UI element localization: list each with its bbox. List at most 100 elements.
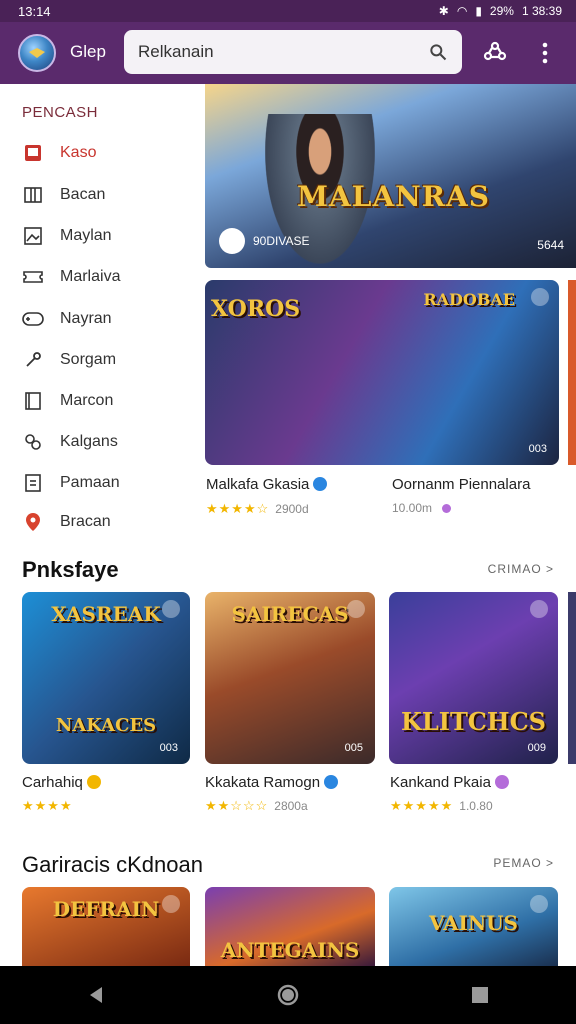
drawer-item-label: Bracan <box>60 513 111 530</box>
flag-icon <box>22 142 44 164</box>
peek-card[interactable] <box>568 592 576 764</box>
game-card[interactable]: DEFRAIN <box>22 887 190 966</box>
game-name-text: Kankand Pkaia <box>390 774 491 791</box>
publisher-icon <box>219 228 245 254</box>
verified-icon <box>494 775 509 789</box>
favorite-icon[interactable] <box>530 895 548 913</box>
drawer-title: PENCASH <box>22 104 99 121</box>
favorite-icon[interactable] <box>347 600 365 618</box>
game-meta: ★★★★ <box>22 798 73 814</box>
drawer-item-kalgans[interactable]: Kalgans <box>22 427 192 457</box>
dot-icon <box>442 503 452 513</box>
banner-caption-left: 90DIVASE <box>219 228 309 254</box>
game-card[interactable]: KLITCHCS 009 <box>389 592 558 764</box>
game-card[interactable]: SAIRECAS 005 <box>205 592 375 764</box>
game-card[interactable]: VAINUS <box>389 887 558 966</box>
drawer-item-label: Bacan <box>60 186 106 203</box>
banner-caption-right: 5644 <box>537 238 564 252</box>
drawer-item-label: Marcon <box>60 392 114 409</box>
search-input[interactable] <box>138 42 428 62</box>
game-name-text: Kkakata Ramogn <box>205 774 321 791</box>
book-icon <box>22 390 44 412</box>
download-count: 1.0.80 <box>459 799 493 813</box>
drawer-item-label: Maylan <box>60 227 112 244</box>
featured-meta: ★★★★☆ 2900d <box>206 501 309 517</box>
gamepad-icon <box>22 308 44 330</box>
game-name-text: Carhahiq <box>22 774 83 791</box>
status-time: 13:14 <box>18 3 51 19</box>
rating-stars: ★★★★★ <box>390 798 454 813</box>
featured-card[interactable]: XOROS RADOBAE 003 <box>205 280 559 465</box>
document-icon <box>22 472 44 494</box>
favorite-icon[interactable] <box>531 288 549 306</box>
favorite-icon[interactable] <box>530 600 548 618</box>
search-icon[interactable] <box>428 42 448 62</box>
game-name[interactable]: Kankand Pkaia <box>390 774 509 791</box>
favorite-icon[interactable] <box>162 895 180 913</box>
app-name: Glep <box>70 42 106 61</box>
recents-icon[interactable] <box>468 983 492 1007</box>
game-card-title: VAINUS <box>428 911 518 935</box>
game-card[interactable]: XASREAK NAKACES 003 <box>22 592 190 764</box>
back-icon[interactable] <box>84 983 108 1007</box>
featured-name[interactable]: Malkafa Gkasia <box>206 476 328 493</box>
game-card-title-2: KLITCHCS <box>400 707 547 736</box>
section-more-1[interactable]: CRIMAO > <box>488 562 554 576</box>
drawer-item-marcon[interactable]: Marcon <box>22 386 192 416</box>
game-card-title: ANTEGAINS <box>220 938 360 962</box>
section-more-2[interactable]: PEMAO > <box>493 856 554 870</box>
image-icon <box>22 225 44 247</box>
download-count: 10.00m <box>392 501 433 515</box>
drawer-item-kaso[interactable]: Kaso <box>22 138 192 168</box>
drawer-item-label: Sorgam <box>60 351 117 368</box>
favorite-icon[interactable] <box>162 600 180 618</box>
featured-name-text: Malkafa Gkasia <box>206 476 310 493</box>
drawer-item-label: Pamaan <box>60 474 120 491</box>
drawer-item-nayran[interactable]: Nayran <box>22 304 192 334</box>
pin-icon <box>22 511 44 533</box>
search-bar[interactable] <box>124 30 462 74</box>
verified-icon <box>86 775 101 789</box>
peek-card[interactable] <box>568 280 576 465</box>
status-right-time: 1 38:39 <box>521 4 562 18</box>
wifi-icon: ◠ <box>456 4 468 18</box>
section-title-1: Pnksfaye <box>22 557 119 582</box>
drawer-item-label: Marlaiva <box>60 268 121 285</box>
featured-card-title-2: RADOBAE <box>423 290 515 309</box>
rating-stars: ★★★★ <box>22 798 73 813</box>
featured-card-title: XOROS <box>211 296 301 322</box>
game-meta: ★★☆☆☆ 2800a <box>205 798 308 814</box>
featured-meta-2: 10.00m <box>392 501 452 515</box>
drawer-item-maylan[interactable]: Maylan <box>22 221 192 251</box>
columns-icon <box>22 184 44 206</box>
drawer-item-marlaiva[interactable]: Marlaiva <box>22 262 192 292</box>
bluetooth-icon: ✱ <box>438 4 449 18</box>
status-bar: 13:14 ✱ ◠ ▮ 29% 1 38:39 <box>0 0 576 22</box>
game-card[interactable]: ANTEGAINS <box>205 887 375 966</box>
game-card-title-2: NAKACES <box>55 715 157 736</box>
battery-percent: 29% <box>489 4 514 18</box>
home-icon[interactable] <box>276 983 300 1007</box>
link-icon <box>22 431 44 453</box>
game-meta: ★★★★★ 1.0.80 <box>390 798 493 814</box>
app-bar: Glep <box>0 22 576 84</box>
card-badge: 003 <box>528 443 547 455</box>
game-name[interactable]: Carhahiq <box>22 774 101 791</box>
signal-icon: ▮ <box>475 4 482 18</box>
drawer-item-bacan[interactable]: Bacan <box>22 180 192 210</box>
game-name[interactable]: Kkakata Ramogn <box>205 774 339 791</box>
drawer-item-bracan[interactable]: Bracan <box>22 507 192 537</box>
status-icons: ✱ ◠ ▮ 29% 1 38:39 <box>439 4 562 18</box>
featured-name-2[interactable]: Oornanm Piennalara <box>392 476 530 493</box>
verified-icon <box>324 775 339 789</box>
rating-stars: ★★★★☆ <box>206 501 270 516</box>
section-title-2: Gariracis cKdnoan <box>22 852 203 877</box>
hero-banner[interactable]: MALANRAS 90DIVASE 5644 <box>205 84 576 268</box>
rating-stars: ★★☆☆☆ <box>205 798 269 813</box>
app-logo-icon[interactable] <box>18 34 56 72</box>
share-icon[interactable] <box>480 38 510 68</box>
drawer-item-pamaan[interactable]: Pamaan <box>22 468 192 498</box>
more-vert-icon[interactable] <box>530 38 560 68</box>
navigation-drawer: PENCASH Kaso Bacan Maylan Marlaiva Nayra… <box>0 84 196 544</box>
drawer-item-sorgam[interactable]: Sorgam <box>22 345 192 375</box>
